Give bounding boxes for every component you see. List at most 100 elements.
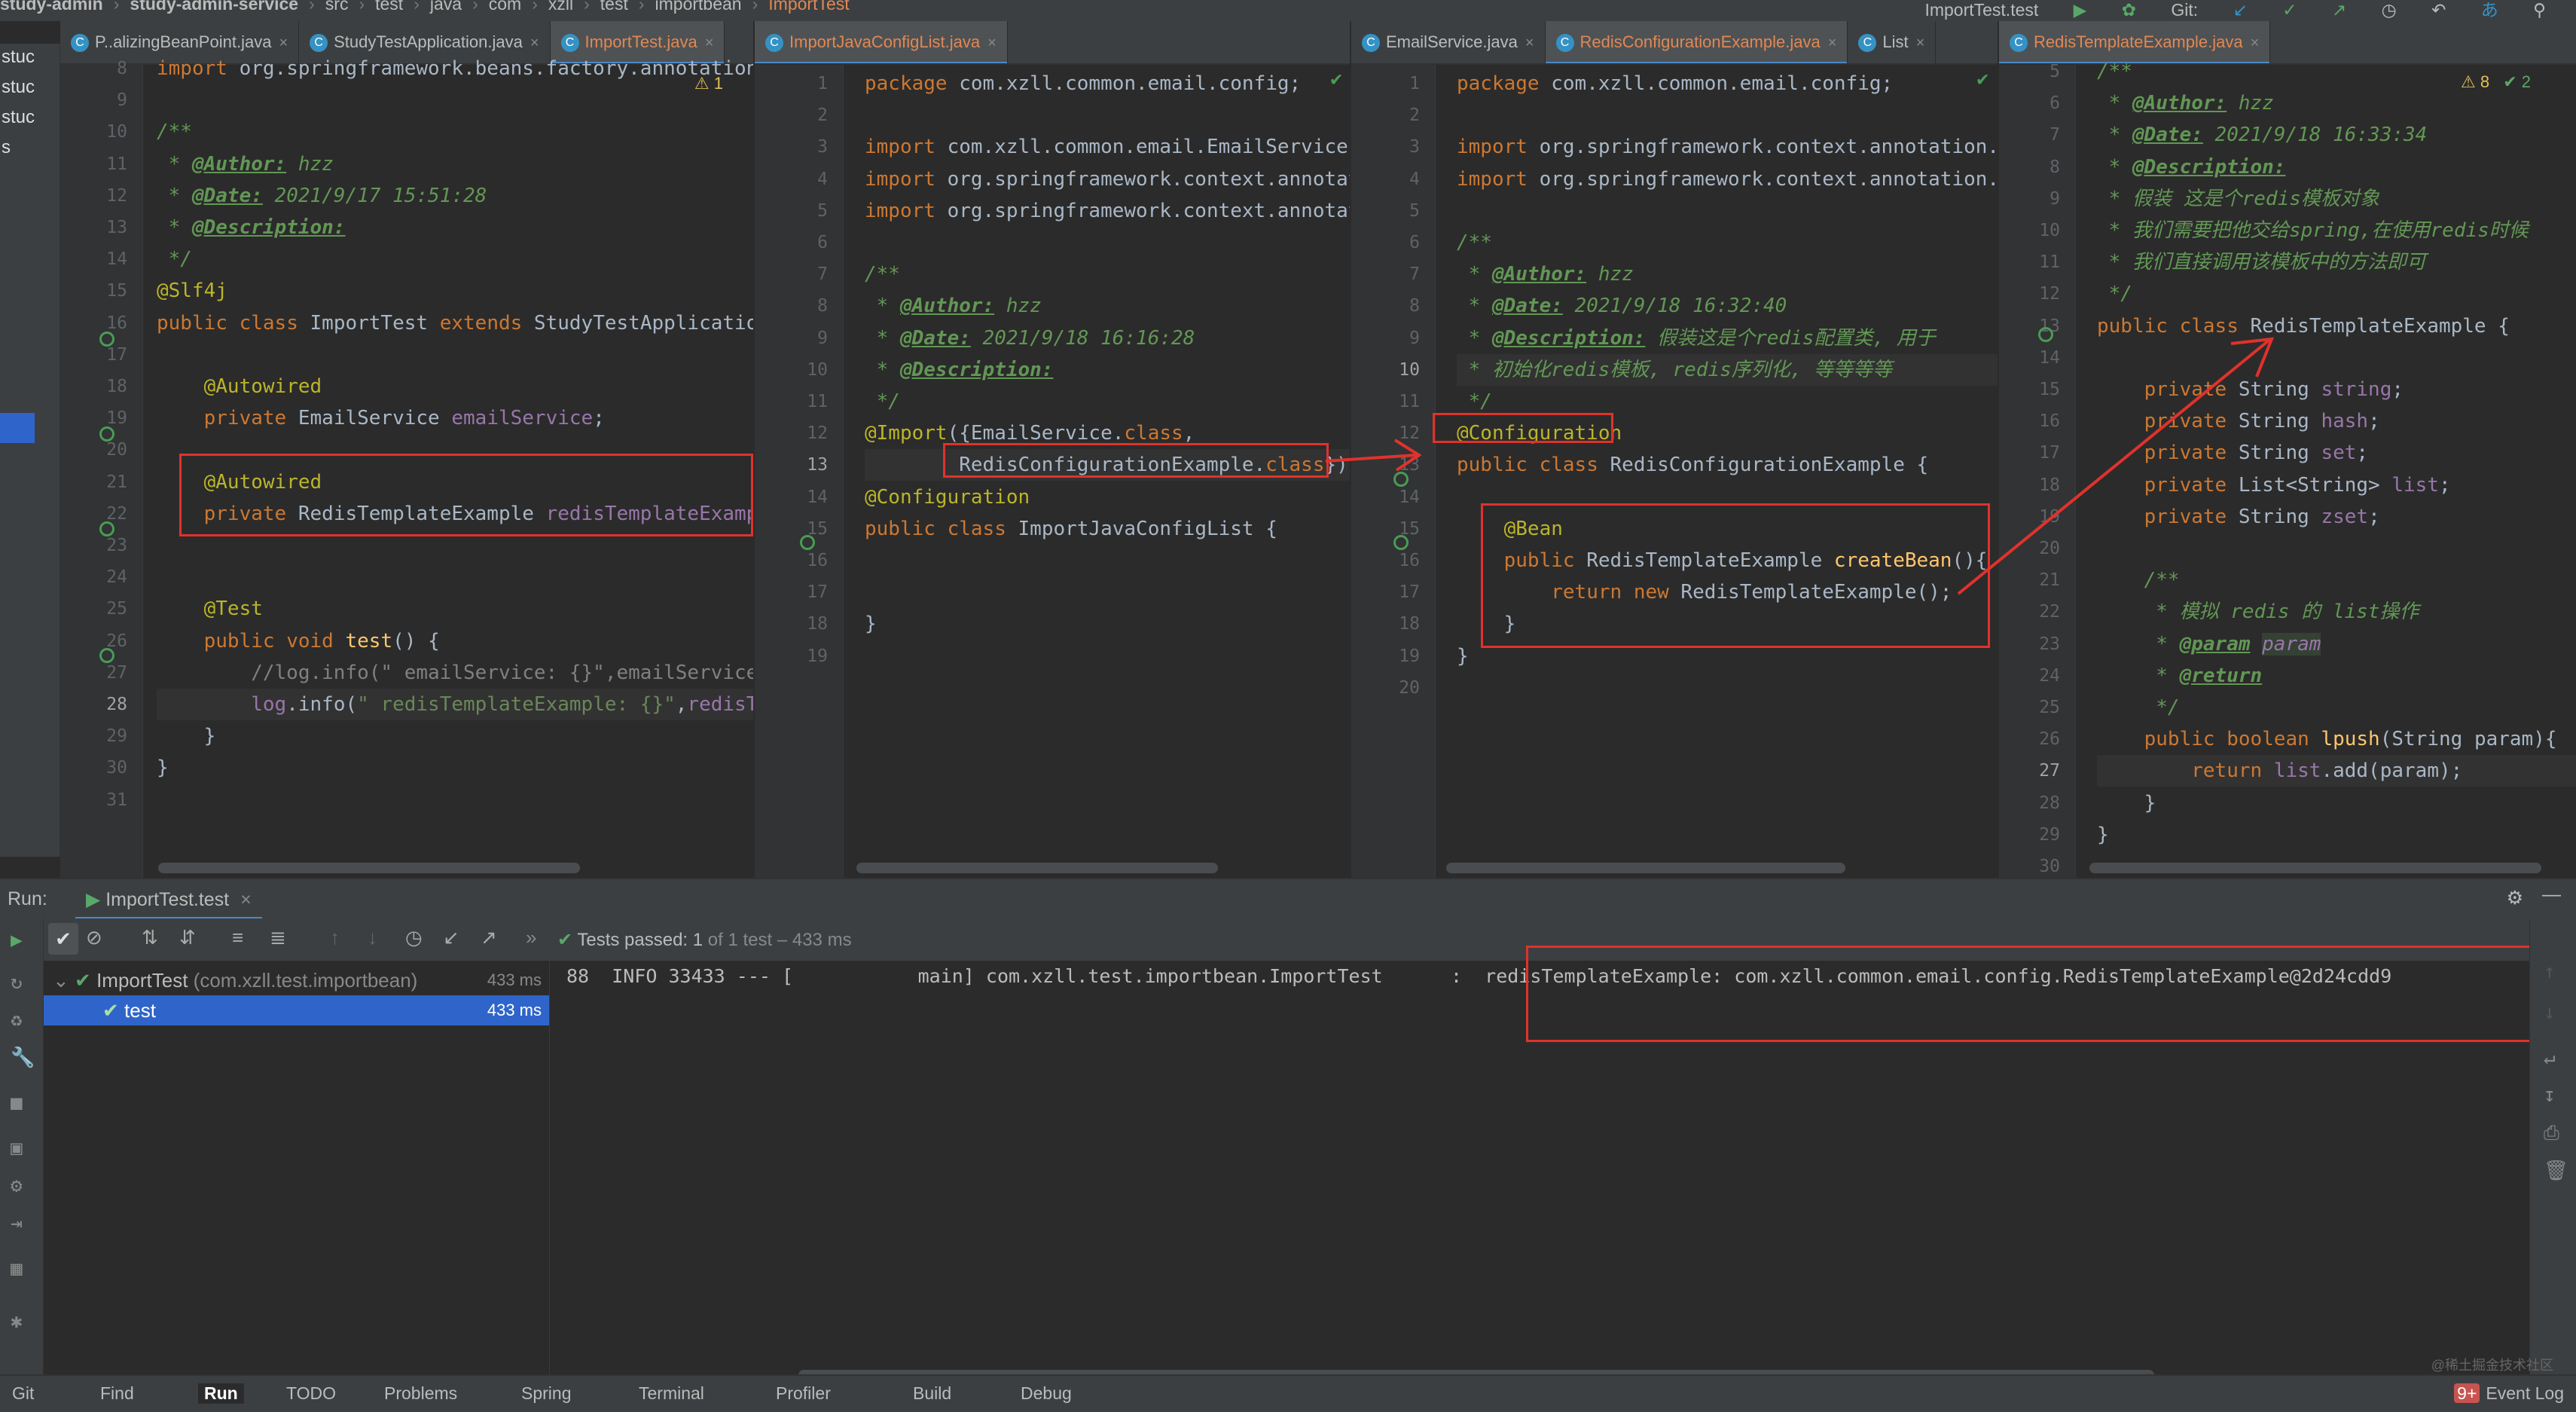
scroll-to-end-icon[interactable]: ↧ [2544, 1084, 2556, 1107]
code-line[interactable]: import org.springframework.context.annot… [865, 195, 1350, 227]
code-line[interactable]: * @Date: 2021/9/17 15:51:28 [157, 180, 487, 212]
bean-gutter-icon[interactable] [1393, 472, 1409, 487]
code-line[interactable]: */ [157, 243, 192, 275]
code-line[interactable]: /** [2097, 564, 2180, 596]
event-log-button[interactable]: 9+ Event Log [2454, 1383, 2564, 1404]
prev-failed-icon[interactable]: ↑ [330, 926, 340, 949]
rerun-icon[interactable]: ▶ [11, 929, 23, 952]
code-line[interactable]: log.info(" redisTemplateExample: {}",red… [157, 689, 753, 720]
project-tree-selection[interactable] [0, 413, 35, 443]
horizontal-scrollbar[interactable] [2089, 863, 2541, 873]
code-line[interactable]: @Configuration [865, 481, 1030, 513]
code-line[interactable]: public boolean lpush(String param){ [2097, 723, 2557, 755]
sort-duration-icon[interactable]: ⇵ [179, 926, 196, 949]
code-line[interactable]: /** [865, 258, 900, 290]
pin-icon[interactable]: ✱ [11, 1310, 23, 1333]
camera-icon[interactable]: ▣ [11, 1137, 23, 1160]
code-line[interactable]: * @Author: hzz [865, 290, 1042, 322]
breadcrumb-item[interactable]: test [600, 0, 628, 14]
code-line[interactable]: import org.springframework.context.annot… [865, 164, 1350, 195]
code-line[interactable]: * 初始化redis模板, redis序列化, 等等等等 [1457, 353, 1998, 386]
code-line[interactable]: * @Description: [865, 354, 1054, 386]
close-icon[interactable]: × [1828, 35, 1837, 51]
debug-icon[interactable]: ✿ [2122, 0, 2136, 20]
soft-wrap-icon[interactable]: ↵ [2544, 1047, 2556, 1069]
close-icon[interactable]: × [240, 889, 252, 910]
tool-window-button[interactable]: Problems [384, 1383, 457, 1404]
code-line[interactable]: * @Author: hzz [157, 148, 334, 180]
code-line[interactable]: } [865, 608, 877, 640]
code-line[interactable]: */ [2097, 692, 2179, 723]
code-line[interactable]: */ [2097, 278, 2132, 310]
code-line[interactable]: } [157, 752, 169, 784]
horizontal-scrollbar[interactable] [856, 863, 1218, 873]
code-line[interactable]: @Autowired [157, 371, 322, 402]
close-icon[interactable]: × [279, 35, 288, 51]
editor-tab[interactable]: C List × [1848, 21, 1937, 63]
horizontal-scrollbar[interactable] [1446, 863, 1845, 873]
bean-gutter-icon[interactable] [1393, 535, 1409, 550]
code-line[interactable]: public class RedisTemplateExample { [2097, 310, 2510, 342]
run-tab[interactable]: ▶ ImportTest.test × [75, 884, 262, 920]
tool-window-button[interactable]: Run [198, 1383, 244, 1404]
breadcrumb-item[interactable]: study-admin-service [130, 0, 298, 14]
inspection-ok-icon[interactable]: ✔ [1330, 68, 1342, 90]
code-line[interactable]: */ [865, 386, 900, 417]
code-line[interactable]: //log.info(" emailService: {}",emailServ… [157, 657, 753, 689]
code-line[interactable]: @Slf4j [157, 275, 227, 307]
code-line[interactable]: } [157, 720, 216, 752]
code-line[interactable]: } [2097, 787, 2156, 819]
git-update-icon[interactable]: ↙ [2233, 0, 2248, 20]
horizontal-scrollbar[interactable] [158, 863, 580, 873]
close-icon[interactable]: × [530, 35, 539, 51]
search-everywhere-icon[interactable]: ⚲ [2533, 0, 2546, 20]
project-tree-item[interactable]: stuc [2, 107, 35, 128]
breadcrumb-item[interactable]: java [430, 0, 462, 14]
sort-alpha-icon[interactable]: ⇅ [142, 926, 158, 949]
close-icon[interactable]: × [2251, 35, 2260, 51]
inspection-ok-icon[interactable]: ✔ [1976, 68, 1988, 90]
run-icon[interactable]: ▶ [2074, 0, 2087, 20]
breadcrumb-item[interactable]: study-admin [0, 0, 103, 14]
show-ignored-icon[interactable]: ⊘ [86, 926, 102, 949]
editor-tab[interactable]: C RedisTemplateExample.java × [1999, 21, 2271, 63]
code-line[interactable]: public class RedisConfigurationExample { [1457, 449, 1928, 481]
breadcrumb-item[interactable]: importbean [655, 0, 742, 14]
bean-gutter-icon[interactable] [99, 648, 114, 663]
code-line[interactable]: import org.springframework.context.annot… [1457, 164, 1998, 195]
rollback-icon[interactable]: ↶ [2431, 0, 2446, 20]
layout-icon[interactable]: ▦ [11, 1258, 23, 1280]
bean-gutter-icon[interactable] [800, 535, 815, 550]
code-line[interactable]: public void test() { [157, 625, 440, 657]
code-line[interactable]: * 我们需要把他交给spring,在使用redis时候 [2097, 215, 2529, 246]
breadcrumb-item[interactable]: xzll [548, 0, 573, 14]
run-config-selector[interactable]: ImportTest.test [1924, 0, 2038, 20]
code-line[interactable]: * 假装 这是个redis模板对象 [2097, 183, 2379, 215]
more-icon[interactable]: » [526, 926, 536, 949]
next-failed-icon[interactable]: ↓ [368, 926, 377, 949]
export-tests-icon[interactable]: ↗ [481, 926, 497, 949]
code-line[interactable]: import com.xzll.common.email.EmailServic… [865, 131, 1350, 163]
close-icon[interactable]: × [1916, 35, 1925, 51]
history-icon[interactable]: ◷ [405, 926, 423, 949]
scroll-down-icon[interactable]: ↓ [2544, 1001, 2556, 1024]
code-line[interactable]: } [1457, 640, 1469, 672]
editor-pane-importtest[interactable]: C P..alizingBeanPoint.java × C StudyTestAppl… [60, 21, 753, 878]
test-tree[interactable]: ⌄ ✔ ImportTest (com.xzll.test.importbean… [44, 961, 550, 1374]
breadcrumb[interactable]: study-admin › study-admin-service › src › test… [0, 0, 850, 14]
settings-icon[interactable]: ⚙ [2507, 887, 2523, 909]
code-line[interactable]: * @return [2097, 660, 2262, 692]
editor-tab[interactable]: C EmailService.java × [1351, 21, 1546, 63]
translate-icon[interactable]: あ [2481, 0, 2498, 20]
bean-gutter-icon[interactable] [99, 426, 114, 442]
tool-window-button[interactable]: Terminal [639, 1383, 704, 1404]
code-line[interactable]: private EmailService emailService; [157, 402, 605, 434]
settings-gear-icon[interactable]: ⚙ [11, 1175, 23, 1197]
code-area[interactable]: package com.xzll.common.email.config; imp… [1443, 65, 1998, 878]
code-line[interactable]: } [2097, 819, 2109, 851]
code-line[interactable]: * @param param [2097, 628, 2321, 660]
editor-pane-redistemplateexample[interactable]: C RedisTemplateExample.java × 5 6 7 8 9 10 11 12 1… [1999, 21, 2576, 878]
code-line[interactable]: private String zset; [2097, 501, 2380, 533]
code-line[interactable]: * @Description: [2097, 151, 2286, 183]
code-line[interactable]: * 模拟 redis 的 list操作 [2097, 596, 2419, 628]
